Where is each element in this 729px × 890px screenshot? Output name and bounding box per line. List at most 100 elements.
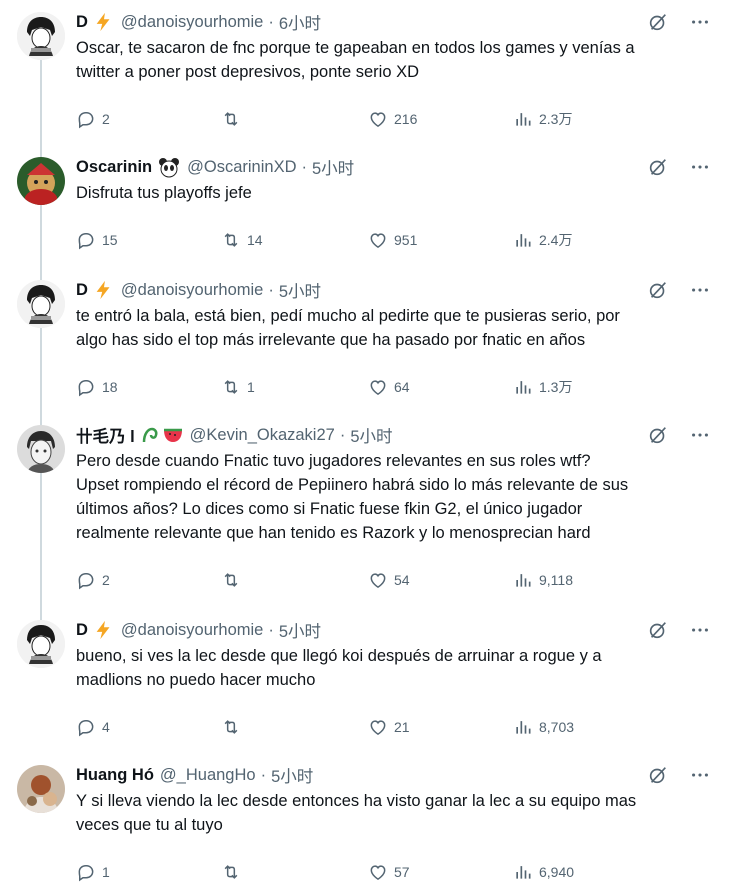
tweet-header-actions	[647, 155, 711, 179]
user-handle[interactable]: @OscarininXD	[187, 158, 296, 177]
tweet-header-actions	[647, 10, 711, 34]
avatar[interactable]	[17, 620, 65, 668]
reply-button[interactable]: 4	[76, 717, 110, 737]
grok-icon[interactable]	[647, 424, 669, 446]
views-icon	[513, 109, 533, 129]
display-name[interactable]: D	[76, 621, 88, 640]
timestamp[interactable]: 5小时	[279, 618, 321, 642]
tweet-header: D @danoisyourhomie · 6小时	[76, 10, 711, 34]
display-name[interactable]: 卄毛乃 l	[76, 423, 135, 447]
timestamp[interactable]: 5小时	[350, 423, 392, 447]
display-name[interactable]: D	[76, 281, 88, 300]
reply-icon	[76, 109, 96, 129]
views-button[interactable]: 8,703	[513, 717, 574, 737]
avatar[interactable]	[17, 280, 65, 328]
timestamp[interactable]: 6小时	[279, 10, 321, 34]
retweet-count: 1	[247, 379, 255, 395]
tweet-text-line: algo has sido el top más irrelevante que…	[76, 331, 586, 349]
heart-icon	[368, 109, 388, 129]
retweet-button[interactable]	[221, 717, 247, 737]
like-button[interactable]: 54	[368, 570, 410, 590]
avatar[interactable]	[17, 765, 65, 813]
views-button[interactable]: 1.3万	[513, 377, 572, 397]
like-button[interactable]: 951	[368, 230, 417, 250]
grok-icon[interactable]	[647, 156, 669, 178]
retweet-count: 14	[247, 232, 263, 248]
retweet-icon	[221, 862, 241, 882]
views-button[interactable]: 2.3万	[513, 109, 572, 129]
user-handle[interactable]: @danoisyourhomie	[121, 281, 263, 300]
grok-icon[interactable]	[647, 279, 669, 301]
display-name[interactable]: D	[76, 13, 88, 32]
reply-count: 2	[102, 111, 110, 127]
views-button[interactable]: 6,940	[513, 862, 574, 882]
tweet-header: Oscarinin @OscarininXD · 5小时	[76, 155, 711, 179]
view-count: 1.3万	[539, 379, 573, 395]
tweet[interactable]: D @danoisyourhomie · 5小时 bueno, si ves l…	[0, 618, 729, 745]
name-emoji-icon	[93, 619, 115, 641]
tweet-text-line: últimos años? Lo dices como si Fnatic fu…	[76, 500, 583, 518]
reply-count: 4	[102, 719, 110, 735]
view-count: 9,118	[539, 572, 573, 588]
more-icon[interactable]	[689, 619, 711, 641]
separator: ·	[339, 425, 346, 444]
timestamp[interactable]: 5小时	[271, 763, 313, 787]
more-icon[interactable]	[689, 279, 711, 301]
tweet-text: te entró la bala, está bien, pedí mucho …	[76, 304, 711, 352]
tweet[interactable]: Huang Hó @_HuangHo · 5小时 Y si lleva vien…	[0, 763, 729, 890]
timestamp[interactable]: 5小时	[279, 278, 321, 302]
like-button[interactable]: 216	[368, 109, 417, 129]
display-name[interactable]: Oscarinin	[76, 158, 152, 177]
reply-button[interactable]: 18	[76, 377, 118, 397]
more-icon[interactable]	[689, 764, 711, 786]
reply-count: 2	[102, 572, 110, 588]
user-handle[interactable]: @danoisyourhomie	[121, 13, 263, 32]
tweet-text-line: realmente relevante que han tenido es Ra…	[76, 524, 591, 542]
reply-button[interactable]: 2	[76, 109, 110, 129]
user-handle[interactable]: @_HuangHo	[160, 766, 256, 785]
tweet-text-line: te entró la bala, está bien, pedí mucho …	[76, 307, 620, 325]
views-button[interactable]: 2.4万	[513, 230, 572, 250]
tweet-text-line: veces que tu al tuyo	[76, 816, 223, 834]
like-button[interactable]: 57	[368, 862, 410, 882]
grok-icon[interactable]	[647, 764, 669, 786]
heart-icon	[368, 862, 388, 882]
user-handle[interactable]: @danoisyourhomie	[121, 621, 263, 640]
tweet-text-line: bueno, si ves la lec desde que llegó koi…	[76, 647, 602, 665]
tweet[interactable]: Oscarinin @OscarininXD · 5小时 Disfruta tu…	[0, 155, 729, 258]
retweet-button[interactable]	[221, 109, 247, 129]
retweet-button[interactable]: 14	[221, 230, 263, 250]
more-icon[interactable]	[689, 424, 711, 446]
avatar[interactable]	[17, 157, 65, 205]
retweet-button[interactable]	[221, 862, 247, 882]
tweet-text-line: madlions no puedo hacer mucho	[76, 671, 316, 689]
more-icon[interactable]	[689, 156, 711, 178]
avatar[interactable]	[17, 425, 65, 473]
reply-count: 1	[102, 864, 110, 880]
reply-button[interactable]: 1	[76, 862, 110, 882]
avatar[interactable]	[17, 12, 65, 60]
grok-icon[interactable]	[647, 619, 669, 641]
view-count: 2.4万	[539, 232, 573, 248]
grok-icon[interactable]	[647, 11, 669, 33]
retweet-button[interactable]	[221, 570, 247, 590]
user-handle[interactable]: @Kevin_Okazaki27	[190, 426, 335, 445]
tweet-header-actions	[647, 618, 711, 642]
tweet[interactable]: D @danoisyourhomie · 5小时 te entró la bal…	[0, 278, 729, 405]
reply-button[interactable]: 2	[76, 570, 110, 590]
timestamp[interactable]: 5小时	[312, 155, 354, 179]
reply-button[interactable]: 15	[76, 230, 118, 250]
more-icon[interactable]	[689, 11, 711, 33]
views-button[interactable]: 9,118	[513, 570, 573, 590]
heart-icon	[368, 717, 388, 737]
display-name[interactable]: Huang Hó	[76, 766, 154, 785]
tweet[interactable]: D @danoisyourhomie · 6小时 Oscar, te sacar…	[0, 10, 729, 137]
tweet[interactable]: 卄毛乃 l @Kevin_Okazaki27 · 5小时 Pero desde …	[0, 423, 729, 598]
retweet-button[interactable]: 1	[221, 377, 255, 397]
name-emoji-icon	[93, 279, 115, 301]
separator: ·	[268, 280, 274, 299]
like-button[interactable]: 21	[368, 717, 410, 737]
name-emoji-icon	[93, 11, 115, 33]
tweet-text: Disfruta tus playoffs jefe	[76, 181, 711, 205]
like-button[interactable]: 64	[368, 377, 410, 397]
